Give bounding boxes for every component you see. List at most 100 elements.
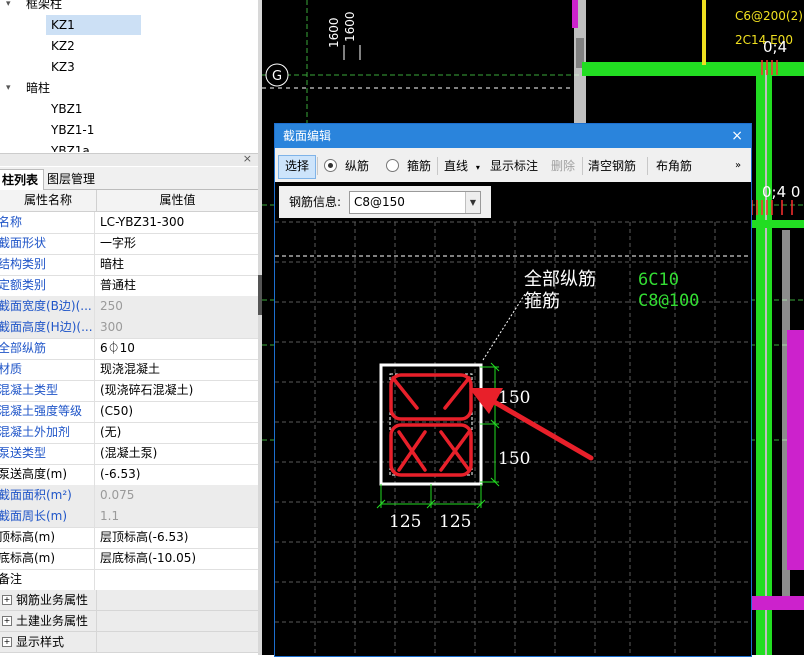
property-name: 备注	[0, 569, 95, 590]
expand-icon[interactable]: +	[2, 595, 12, 605]
clear-rebar-button[interactable]: 清空钢筋	[588, 155, 636, 177]
note-stirrup: C6@200(2)	[735, 9, 803, 23]
property-group[interactable]: + 土建业务属性	[0, 611, 258, 632]
property-group[interactable]: + 显示样式	[0, 632, 258, 653]
longitudinal-label[interactable]: 纵筋	[345, 155, 369, 177]
tree-item-ybz1[interactable]: YBZ1	[51, 99, 82, 119]
property-group-label: 钢筋业务属性	[16, 593, 89, 607]
property-name: 定额类别	[0, 275, 95, 296]
property-value[interactable]: 250	[100, 296, 123, 317]
rebar-info-select[interactable]: C8@150 ▼	[349, 191, 481, 214]
property-value[interactable]: (现浇碎石混凝土)	[100, 380, 193, 401]
property-row[interactable]: 混凝土外加剂 (无)	[0, 422, 258, 444]
property-value[interactable]: 普通柱	[100, 275, 136, 296]
property-name: 全部纵筋	[0, 338, 95, 359]
wall-magenta-right	[787, 330, 804, 570]
dialog-titlebar[interactable]: 截面编辑 ×	[275, 124, 751, 148]
property-row[interactable]: 顶标高(m) 层顶标高(-6.53)	[0, 527, 258, 549]
property-value[interactable]: 现浇混凝土	[100, 359, 160, 380]
expand-icon[interactable]: +	[2, 637, 12, 647]
close-icon[interactable]: ×	[731, 124, 743, 148]
rebar-info-label: 钢筋信息:	[289, 195, 342, 209]
property-row[interactable]: 结构类别 暗柱	[0, 254, 258, 276]
stirrup-label[interactable]: 箍筋	[407, 155, 431, 177]
property-row[interactable]: 泵送类型 (混凝土泵)	[0, 443, 258, 465]
property-value[interactable]: 层顶标高(-6.53)	[100, 527, 188, 548]
property-row[interactable]: 截面面积(m²) 0.075	[0, 485, 258, 507]
corner-rebar-button[interactable]: 布角筋	[656, 155, 692, 177]
wall-magenta	[572, 0, 578, 28]
property-row[interactable]: 截面宽度(B边)(... 250	[0, 296, 258, 318]
property-group-label: 显示样式	[16, 635, 65, 649]
tab-column-list[interactable]: 柱列表	[0, 169, 45, 190]
property-row[interactable]: 混凝土强度等级 (C50)	[0, 401, 258, 423]
collapse-icon[interactable]: ▾	[6, 0, 11, 14]
toolbar-overflow-icon[interactable]: »	[735, 155, 741, 177]
select-button[interactable]: 选择	[278, 155, 317, 179]
property-value[interactable]: 6⏀10	[100, 338, 135, 359]
property-name: 混凝土类型	[0, 380, 95, 401]
line-dropdown[interactable]: 直线 ▾	[444, 155, 480, 177]
dialog-title: 截面编辑	[283, 129, 332, 143]
section-canvas[interactable]: 150 150 125 125 全部纵筋 箍筋 6C10 C8@100 钢筋信息…	[275, 182, 751, 656]
property-value[interactable]: (C50)	[100, 401, 133, 422]
property-row[interactable]: 材质 现浇混凝土	[0, 359, 258, 381]
property-row[interactable]: 定额类别 普通柱	[0, 275, 258, 297]
tree-item-kz1[interactable]: KZ1	[46, 15, 141, 35]
section-drawing: 150 150 125 125 全部纵筋 箍筋 6C10 C8@100	[275, 221, 751, 656]
property-name: 泵送高度(m)	[0, 464, 95, 485]
property-row[interactable]: 全部纵筋 6⏀10	[0, 338, 258, 360]
tree-item-kz2[interactable]: KZ2	[51, 36, 75, 56]
property-name: 顶标高(m)	[0, 527, 95, 548]
property-value[interactable]: 层底标高(-10.05)	[100, 548, 196, 569]
property-name: 材质	[0, 359, 95, 380]
property-value[interactable]: (-6.53)	[100, 464, 140, 485]
property-row[interactable]: 名称 LC-YBZ31-300	[0, 212, 258, 234]
dim-vertical-2: 150	[498, 449, 530, 469]
tree-item-ybz1a[interactable]: YBZ1a	[51, 141, 90, 152]
property-value[interactable]: LC-YBZ31-300	[100, 212, 184, 233]
property-name: 结构类别	[0, 254, 95, 275]
leader-line	[482, 293, 526, 361]
property-row[interactable]: 底标高(m) 层底标高(-10.05)	[0, 548, 258, 570]
property-group[interactable]: + 钢筋业务属性	[0, 590, 258, 611]
property-name: 底标高(m)	[0, 548, 95, 569]
longitudinal-radio[interactable]	[324, 159, 337, 172]
property-value[interactable]: 1.1	[100, 506, 119, 527]
collapse-icon[interactable]: ▾	[6, 78, 11, 98]
left-panel: ▾ 框架柱 KZ1 KZ2 KZ3 ▾ 暗柱 YBZ1 YBZ1-1 YBZ1a…	[0, 0, 258, 655]
property-value[interactable]: (混凝土泵)	[100, 443, 157, 464]
delete-button[interactable]: 删除	[551, 155, 575, 177]
property-row[interactable]: 混凝土类型 (现浇碎石混凝土)	[0, 380, 258, 402]
yellow-line	[702, 0, 706, 65]
tab-layer-manager[interactable]: 图层管理	[42, 169, 100, 189]
stirrup-radio[interactable]	[386, 159, 399, 172]
property-name: 混凝土强度等级	[0, 401, 95, 422]
property-table-header: 属性名称 属性值	[0, 190, 258, 212]
property-row[interactable]: 截面形状 一字形	[0, 233, 258, 255]
property-value[interactable]: 0.075	[100, 485, 134, 506]
property-value[interactable]: 一字形	[100, 233, 136, 254]
property-row[interactable]: 备注	[0, 569, 258, 591]
label-stirrup: 箍筋	[524, 291, 560, 312]
chevron-down-icon: ▾	[475, 163, 480, 172]
property-value[interactable]: 暗柱	[100, 254, 124, 275]
property-row[interactable]: 泵送高度(m) (-6.53)	[0, 464, 258, 486]
close-icon[interactable]: ×	[243, 152, 252, 165]
expand-icon[interactable]: +	[2, 616, 12, 626]
header-name: 属性名称	[0, 190, 97, 211]
show-dimension-button[interactable]: 显示标注	[490, 155, 538, 177]
chevron-down-icon[interactable]: ▼	[465, 192, 480, 213]
dim-text-a: 1600	[327, 17, 341, 48]
property-row[interactable]: 截面高度(H边)(... 300	[0, 317, 258, 339]
axis-label-g: G	[272, 69, 282, 84]
tree-item-ybz1-1[interactable]: YBZ1-1	[51, 120, 94, 140]
property-value[interactable]: (无)	[100, 422, 121, 443]
pane-divider[interactable]: ×	[0, 152, 258, 166]
property-value[interactable]: 300	[100, 317, 123, 338]
label-all-longitudinal: 全部纵筋	[524, 269, 596, 290]
property-name: 截面面积(m²)	[0, 485, 95, 506]
property-name: 截面高度(H边)(...	[0, 317, 95, 338]
tree-item-kz3[interactable]: KZ3	[51, 57, 75, 77]
property-row[interactable]: 截面周长(m) 1.1	[0, 506, 258, 528]
